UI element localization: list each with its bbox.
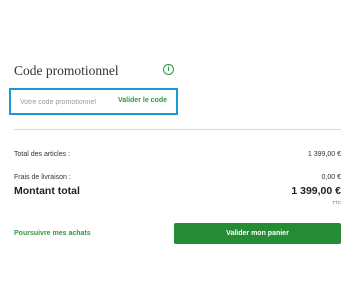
promo-title: Code promotionnel — [14, 63, 119, 78]
validate-code-button[interactable]: Valider le code — [118, 97, 167, 104]
promo-code-box: Valider le code — [9, 88, 178, 115]
tax-note: TTC — [332, 200, 341, 205]
total-label: Montant total — [14, 185, 80, 197]
articles-total-label: Total des articles : — [14, 151, 71, 158]
total-value: 1 399,00 € — [291, 185, 341, 197]
continue-shopping-link[interactable]: Poursuivre mes achats — [14, 230, 91, 237]
shipping-label: Frais de livraison : — [14, 174, 71, 181]
articles-total-value: 1 399,00 € — [307, 151, 341, 158]
validate-cart-button[interactable]: Valider mon panier — [174, 223, 341, 244]
info-icon[interactable]: i — [163, 64, 174, 75]
validate-cart-label: Valider mon panier — [226, 230, 289, 237]
shipping-value: 0,00 € — [321, 174, 341, 181]
promo-code-input[interactable] — [20, 95, 116, 109]
divider — [14, 129, 341, 130]
